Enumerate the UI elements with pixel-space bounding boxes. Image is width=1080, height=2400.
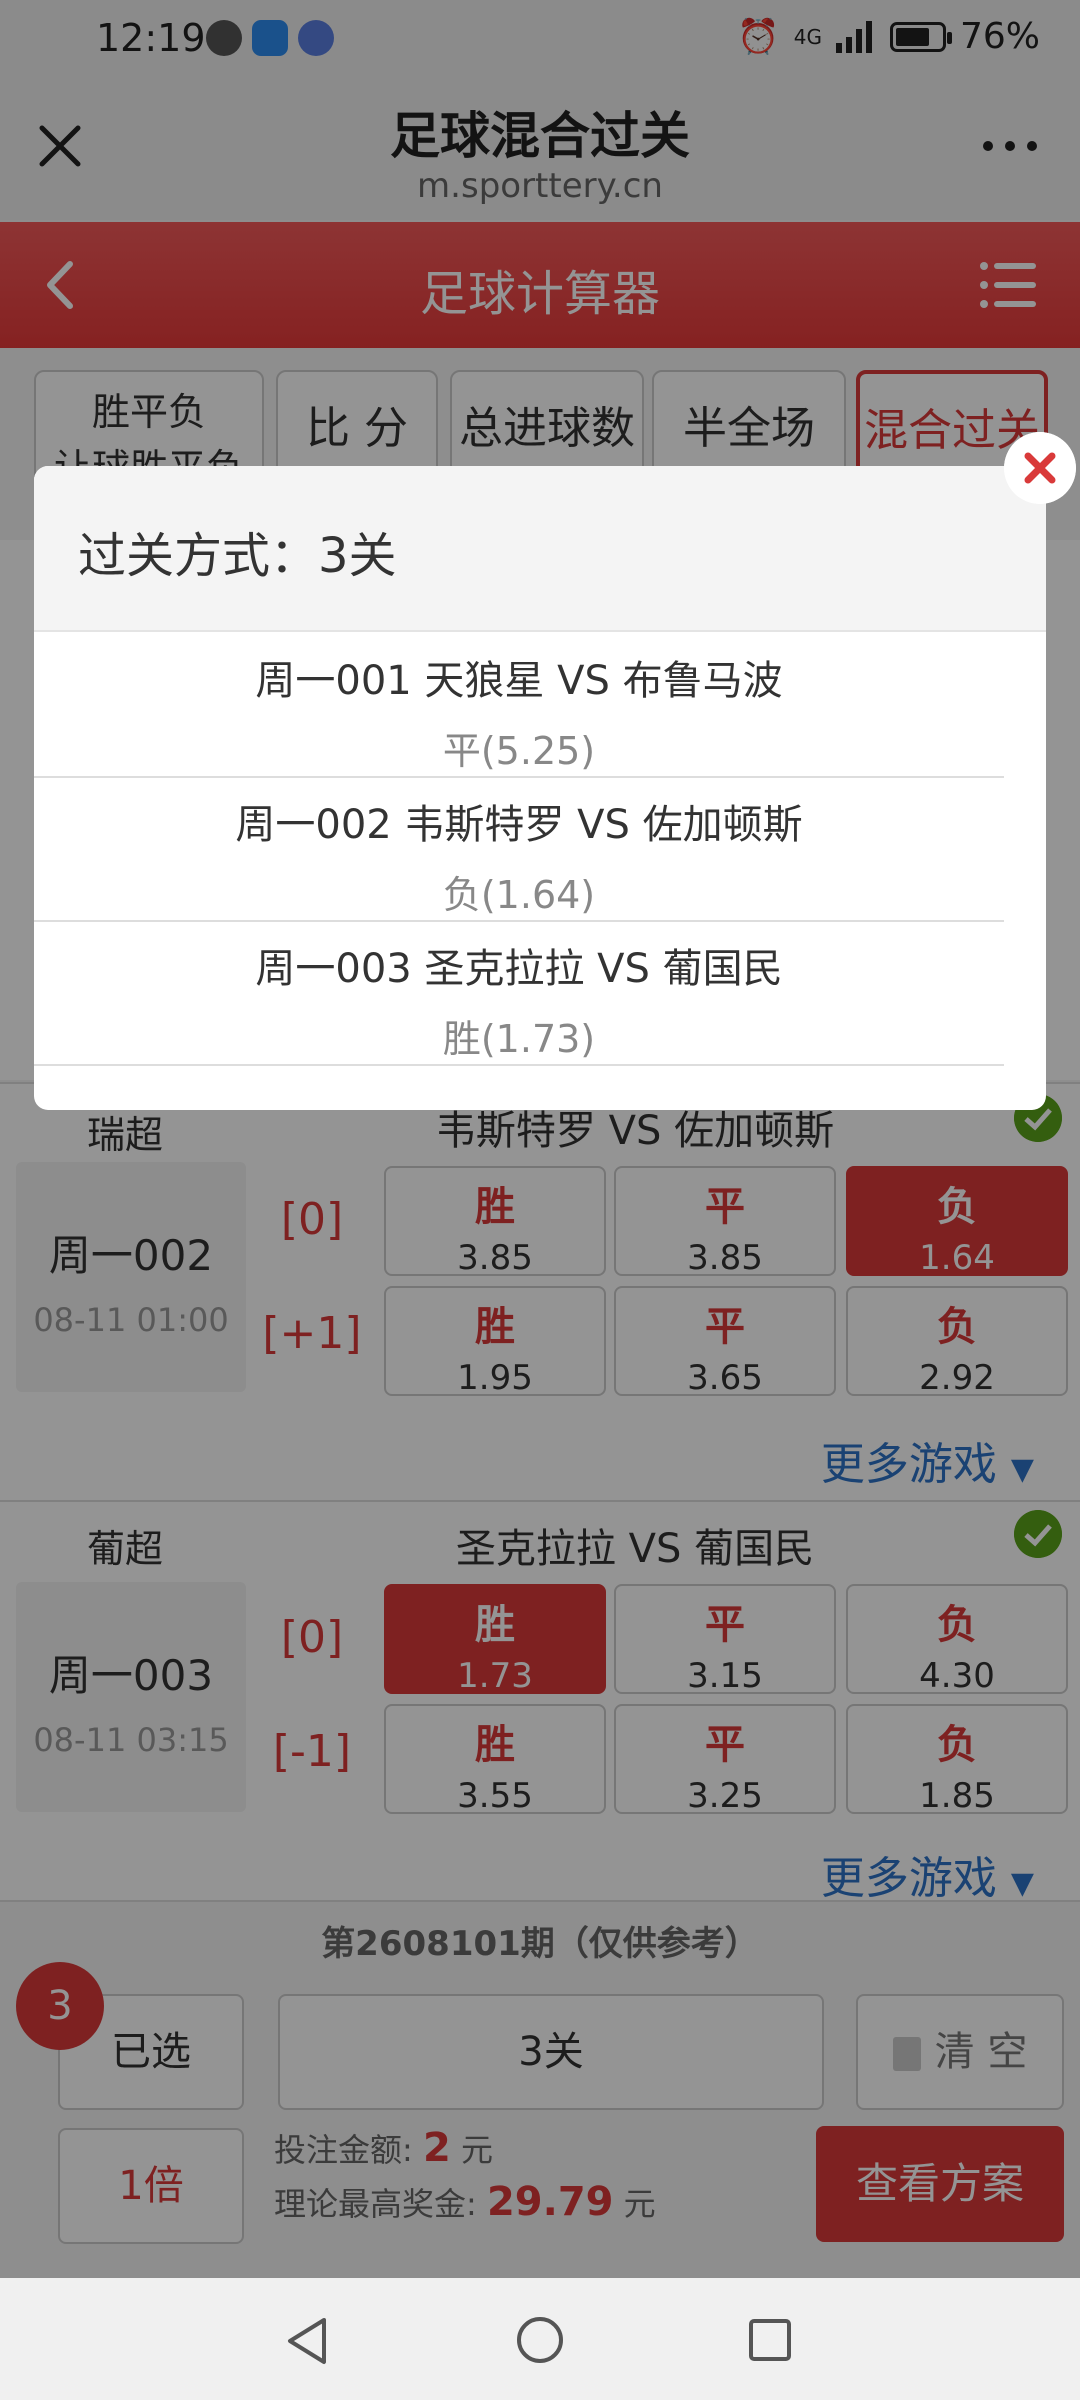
nav-recents-icon[interactable]	[748, 2318, 792, 2362]
modal-title: 过关方式：3关	[78, 528, 397, 584]
selection-pick: 平(5.25)	[442, 729, 596, 773]
pass-type-modal: 过关方式：3关 周一001 天狼星 VS 布鲁马波 平(5.25) 周一002 …	[34, 466, 1046, 1110]
modal-header: 过关方式：3关	[34, 466, 1046, 632]
selection-pick: 胜(1.73)	[442, 1017, 596, 1061]
modal-backdrop[interactable]	[0, 0, 1080, 2278]
selection-match: 周一001 天狼星 VS 布鲁马波	[255, 658, 783, 704]
selection-row: 周一002 韦斯特罗 VS 佐加顿斯 负(1.64)	[34, 778, 1004, 922]
system-nav-bar	[0, 2278, 1080, 2400]
selection-pick: 负(1.64)	[442, 873, 596, 917]
selection-match: 周一003 圣克拉拉 VS 葡国民	[255, 946, 783, 992]
selection-row: 周一003 圣克拉拉 VS 葡国民 胜(1.73)	[34, 922, 1004, 1066]
selection-row: 周一001 天狼星 VS 布鲁马波 平(5.25)	[34, 634, 1004, 778]
nav-home-icon[interactable]	[516, 2316, 564, 2364]
nav-back-icon[interactable]	[284, 2316, 330, 2366]
selection-match: 周一002 韦斯特罗 VS 佐加顿斯	[235, 802, 803, 848]
modal-close-icon[interactable]	[1004, 432, 1076, 504]
